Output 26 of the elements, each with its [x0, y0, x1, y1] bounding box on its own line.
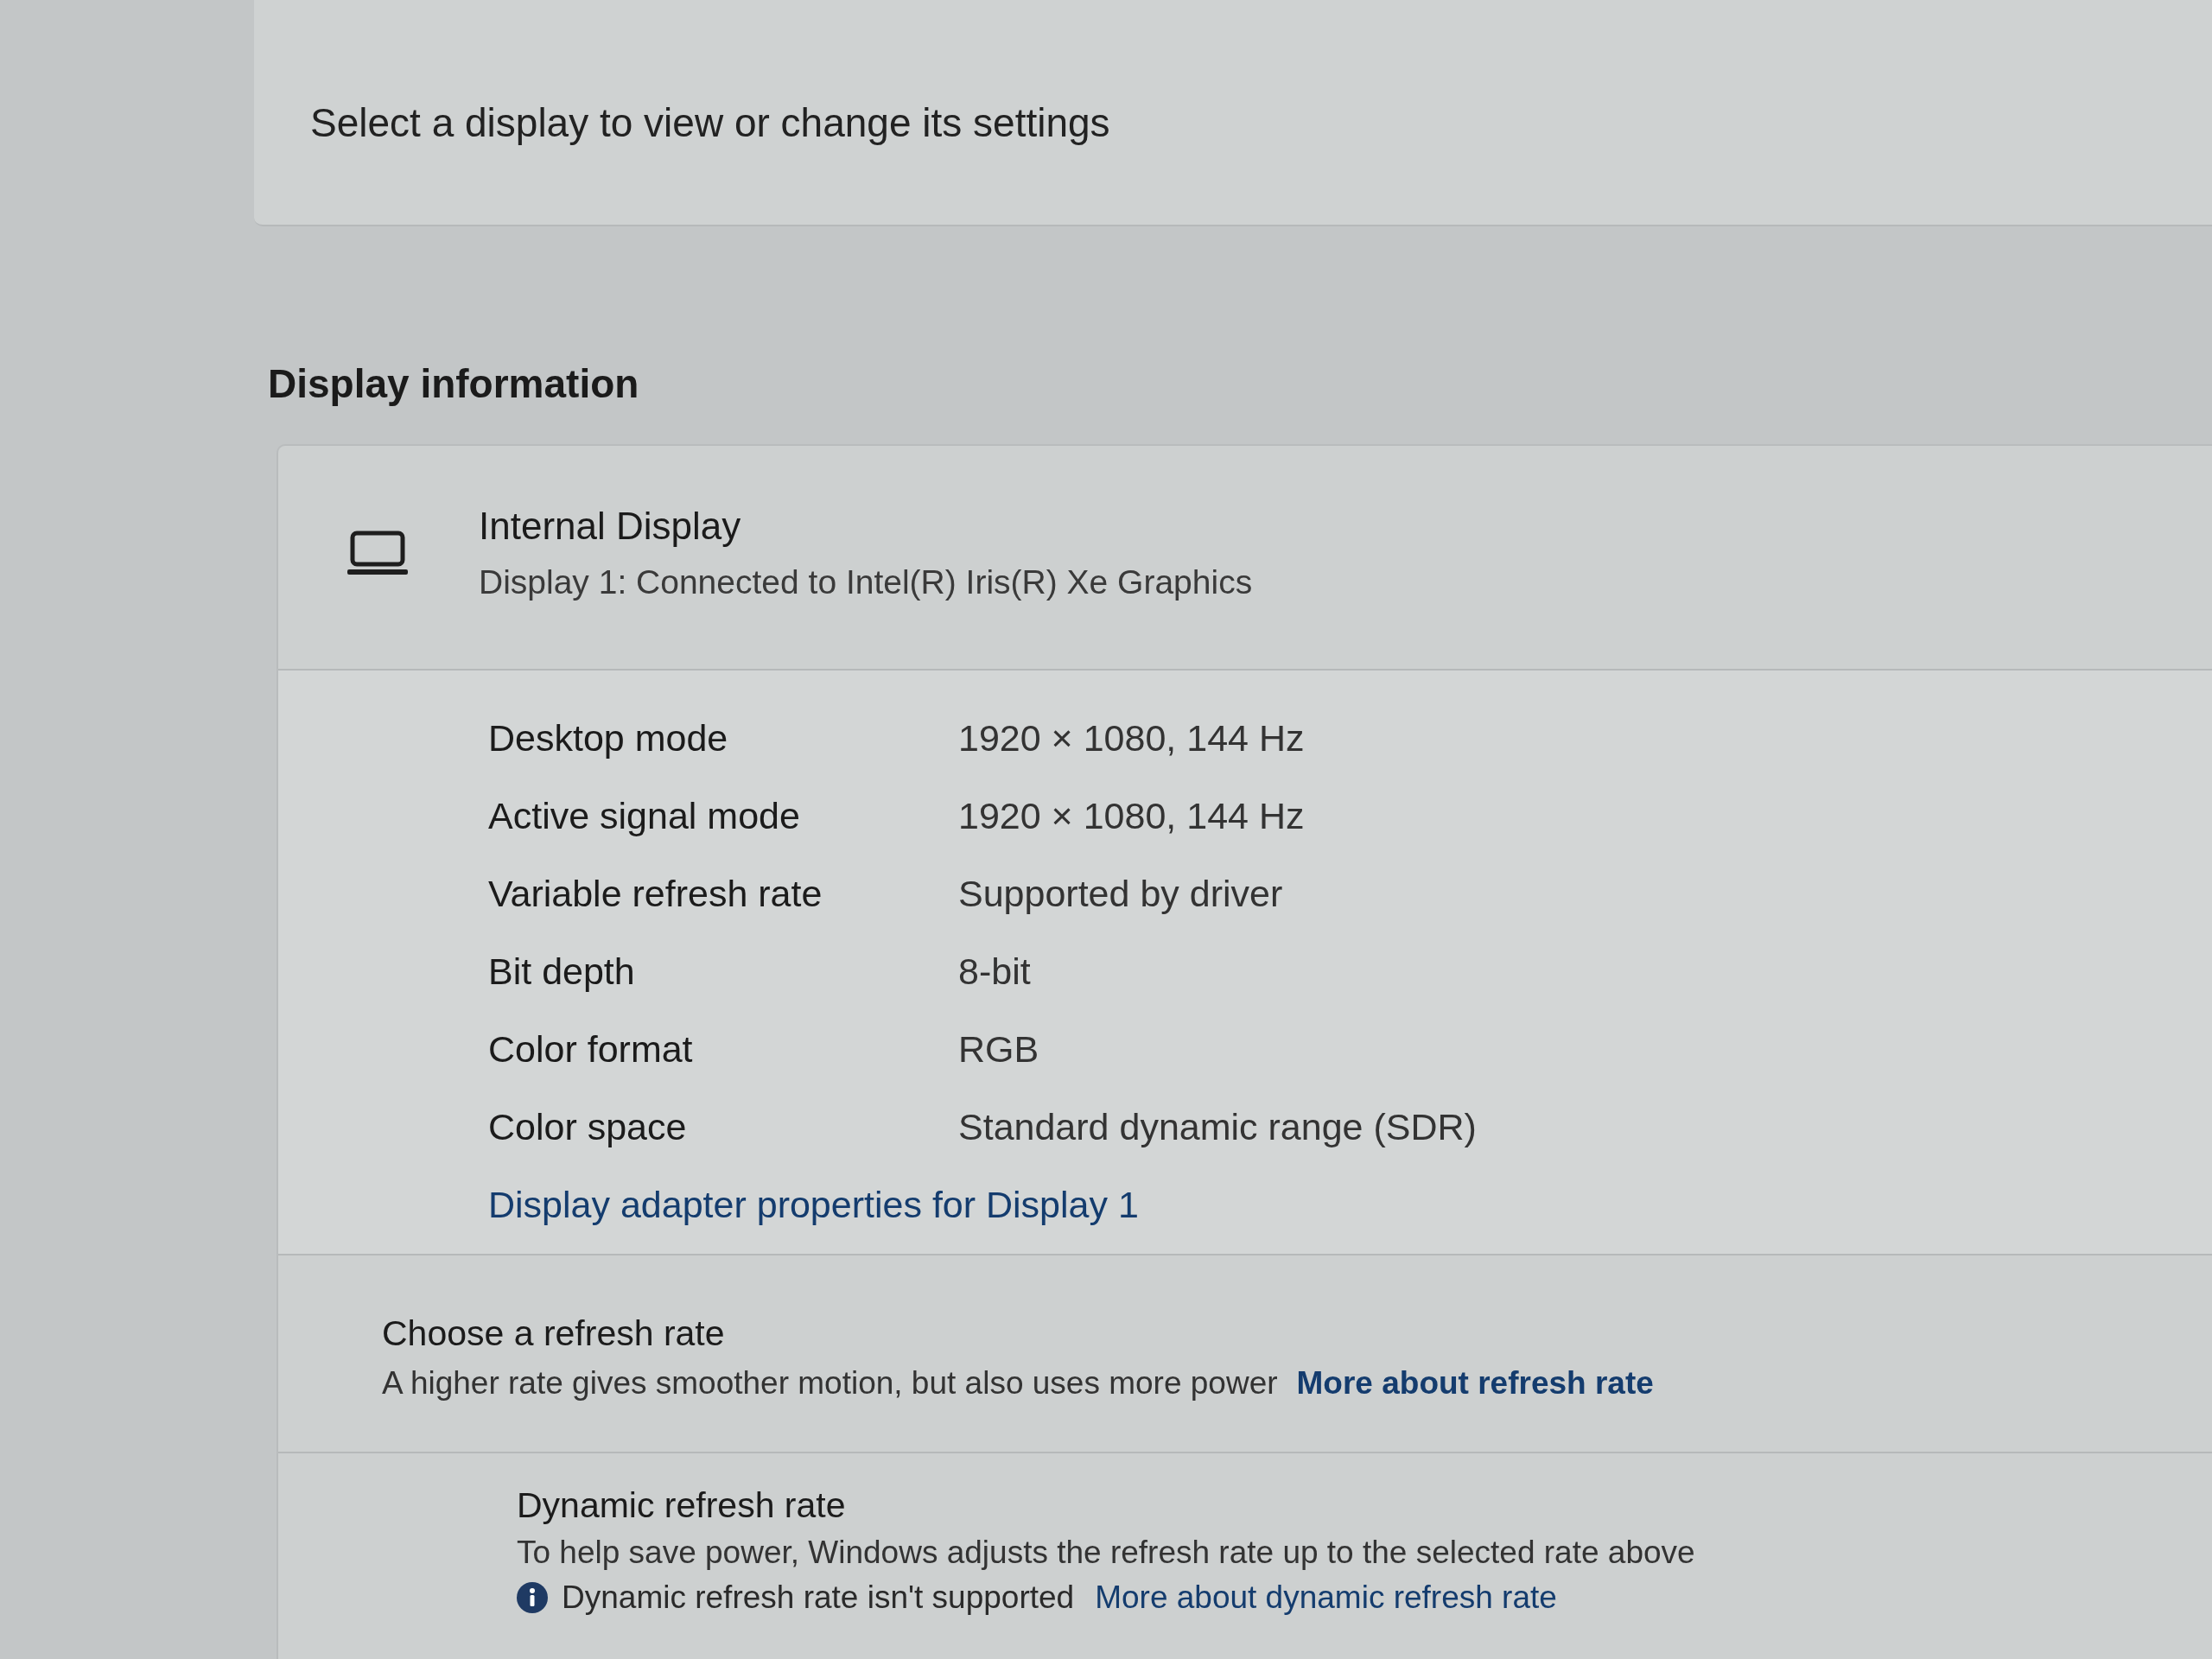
property-value: Supported by driver	[958, 871, 1283, 916]
laptop-icon	[347, 531, 408, 575]
property-value: 1920 × 1080, 144 Hz	[958, 715, 1305, 760]
property-label: Active signal mode	[488, 793, 801, 838]
dynamic-refresh-link[interactable]: More about dynamic refresh rate	[1095, 1578, 1557, 1618]
dynamic-refresh-notice: Dynamic refresh rate isn't supported	[562, 1579, 1075, 1617]
property-value: Standard dynamic range (SDR)	[958, 1104, 1477, 1149]
refresh-rate-link[interactable]: More about refresh rate	[1296, 1363, 1654, 1403]
display-name: Internal Display	[479, 504, 742, 549]
display-picker-prompt: Select a display to view or change its settings	[310, 99, 1110, 147]
info-icon	[517, 1582, 548, 1613]
property-label: Bit depth	[488, 949, 636, 994]
property-value: 8-bit	[958, 949, 1031, 994]
refresh-rate-title: Choose a refresh rate	[382, 1312, 725, 1355]
property-value: RGB	[958, 1027, 1039, 1071]
adapter-properties-link[interactable]: Display adapter properties for Display 1	[488, 1176, 1139, 1233]
property-label: Desktop mode	[488, 715, 729, 760]
property-value: 1920 × 1080, 144 Hz	[958, 793, 1305, 838]
display-subtitle: Display 1: Connected to Intel(R) Iris(R) Xe Graphics	[479, 563, 1253, 602]
property-label: Variable refresh rate	[488, 871, 823, 916]
section-title: Display information	[268, 360, 639, 408]
property-label: Color space	[488, 1104, 688, 1149]
property-label: Color format	[488, 1027, 694, 1071]
refresh-rate-description: A higher rate gives smoother motion, but also uses more power	[382, 1363, 1278, 1402]
dynamic-refresh-title: Dynamic refresh rate	[517, 1484, 846, 1527]
dynamic-refresh-description: To help save power, Windows adjusts the refresh rate up to the selected rate above	[517, 1534, 1695, 1572]
